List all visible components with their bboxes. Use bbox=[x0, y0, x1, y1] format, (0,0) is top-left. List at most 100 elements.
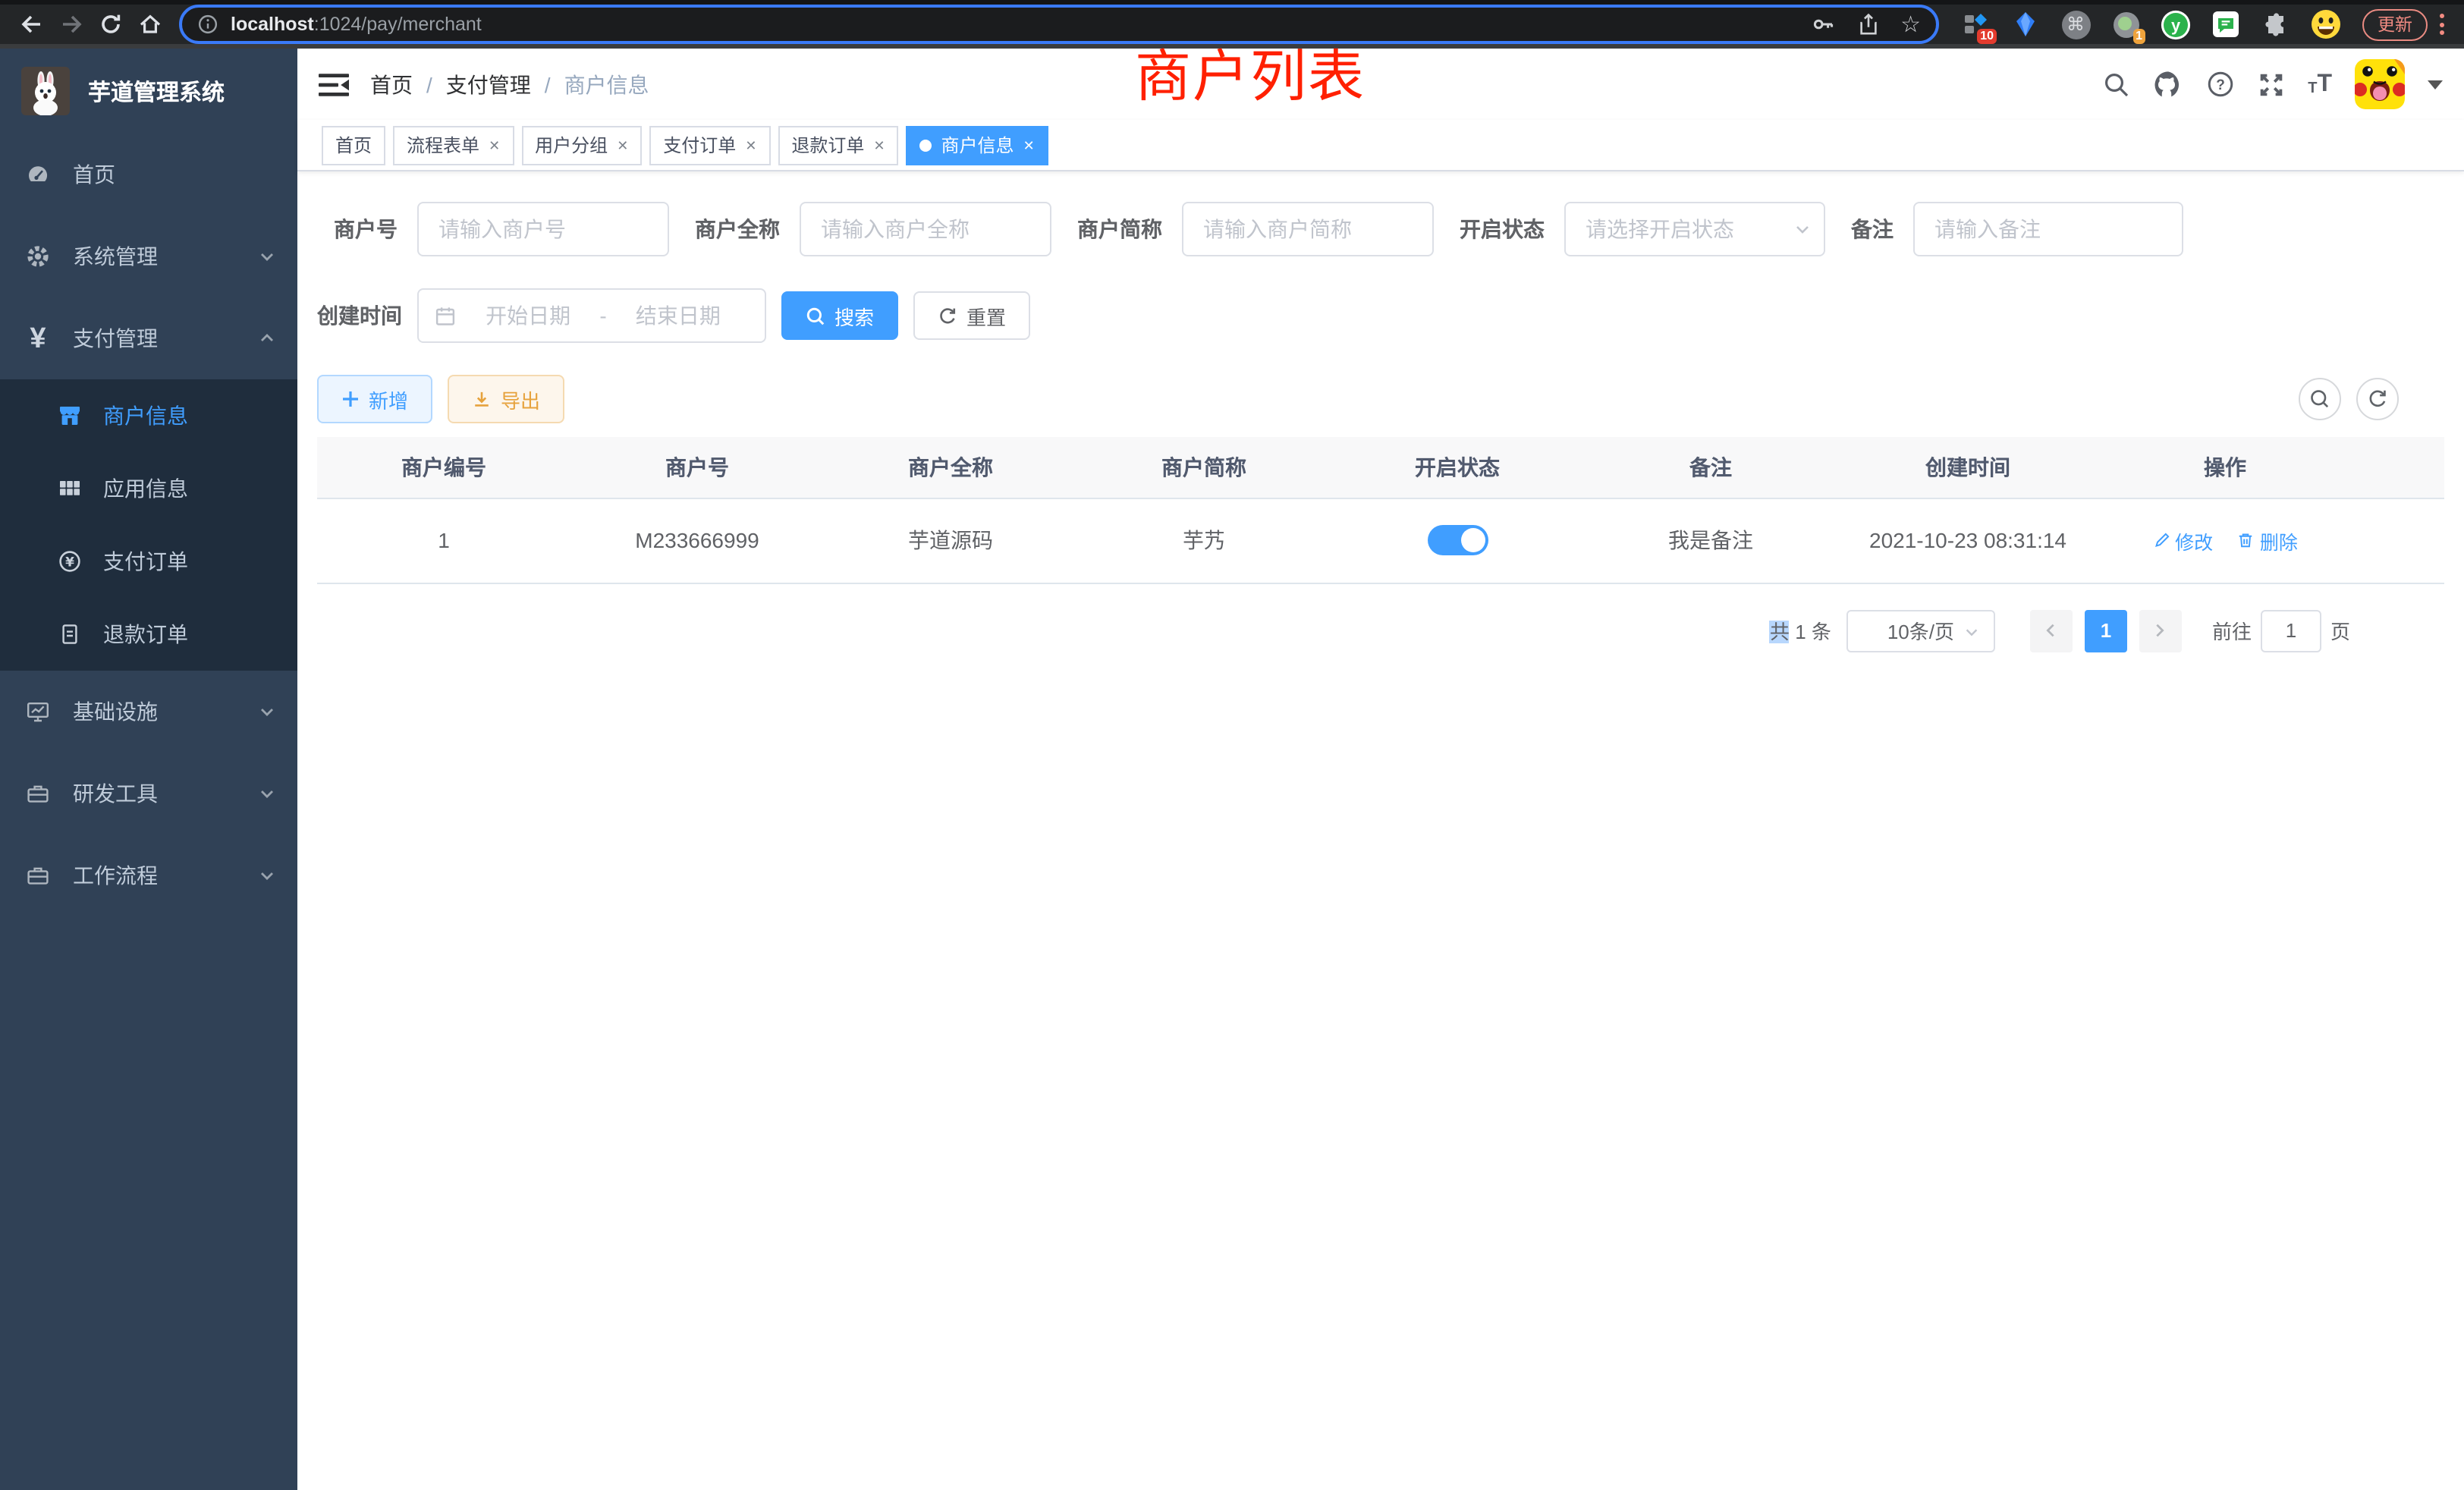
browser-home-button[interactable] bbox=[130, 5, 170, 44]
short-name-input[interactable] bbox=[1182, 202, 1434, 256]
cell-gutter bbox=[2352, 498, 2444, 583]
sidebar-item-dev-tools[interactable]: 研发工具 bbox=[0, 753, 297, 835]
chevron-down-icon bbox=[258, 247, 276, 266]
sidebar-item-payment[interactable]: ¥ 支付管理 bbox=[0, 297, 297, 379]
toggle-search-icon-button[interactable] bbox=[2299, 378, 2341, 420]
close-tab-icon[interactable] bbox=[745, 136, 756, 154]
annotation-merchant-list: 商户列表 bbox=[1135, 30, 1366, 112]
cell-merchant-no: M233666999 bbox=[570, 498, 824, 583]
col-remark: 备注 bbox=[1584, 437, 1837, 498]
table-header-row: 商户编号 商户号 商户全称 商户简称 开启状态 备注 创建时间 操作 bbox=[317, 437, 2444, 498]
edit-link[interactable]: 修改 bbox=[2152, 526, 2213, 555]
sidebar-item-system[interactable]: 系统管理 bbox=[0, 215, 297, 297]
sidebar-toggle-icon[interactable] bbox=[319, 72, 349, 96]
sidebar-item-home[interactable]: 首页 bbox=[0, 134, 297, 215]
prev-page-button[interactable] bbox=[2030, 609, 2073, 652]
add-button[interactable]: 新增 bbox=[317, 375, 432, 423]
extension-command-icon[interactable] bbox=[2060, 9, 2091, 39]
remark-label: 备注 bbox=[1851, 214, 1894, 244]
briefcase-icon bbox=[26, 781, 50, 806]
reset-button[interactable]: 重置 bbox=[913, 291, 1030, 340]
status-select[interactable] bbox=[1564, 202, 1825, 256]
next-page-button[interactable] bbox=[2139, 609, 2182, 652]
tab-user-group[interactable]: 用户分组 bbox=[521, 125, 642, 165]
caret-down-icon[interactable] bbox=[2428, 80, 2443, 89]
svg-text:?: ? bbox=[2216, 77, 2225, 93]
search-icon[interactable] bbox=[2103, 71, 2130, 98]
tab-merchant-info[interactable]: 商户信息 bbox=[907, 125, 1048, 165]
sidebar-logo[interactable]: 芋道管理系统 bbox=[0, 49, 297, 134]
bookmark-star-icon[interactable] bbox=[1900, 11, 1921, 38]
sidebar-item-app-info[interactable]: 应用信息 bbox=[0, 452, 297, 525]
status-toggle[interactable] bbox=[1427, 525, 1488, 555]
pagination-total: 共 1 条 bbox=[1770, 616, 1831, 645]
share-icon[interactable] bbox=[1856, 12, 1879, 36]
tab-pay-order[interactable]: 支付订单 bbox=[649, 125, 770, 165]
sidebar: 芋道管理系统 首页 系统管理 ¥ 支付管理 bbox=[0, 49, 297, 1490]
sidebar-item-infrastructure[interactable]: 基础设施 bbox=[0, 671, 297, 753]
col-merchant-no: 商户号 bbox=[570, 437, 824, 498]
extension-badge: 1 bbox=[2132, 29, 2145, 44]
goto-page-input[interactable] bbox=[2261, 609, 2321, 652]
extension-gem-icon[interactable] bbox=[2010, 9, 2041, 39]
briefcase-icon bbox=[26, 863, 50, 888]
browser-forward-button[interactable] bbox=[52, 5, 91, 44]
font-size-icon[interactable]: TT bbox=[2308, 72, 2332, 96]
tab-process-form[interactable]: 流程表单 bbox=[393, 125, 514, 165]
extension-grid-icon[interactable]: 10 bbox=[1960, 9, 1991, 39]
password-key-icon[interactable] bbox=[1811, 12, 1835, 36]
help-icon[interactable]: ? bbox=[2206, 70, 2235, 99]
page-size-select[interactable]: 10条/页 bbox=[1846, 609, 1995, 652]
tab-home[interactable]: 首页 bbox=[322, 125, 385, 165]
col-actions: 操作 bbox=[2098, 437, 2352, 498]
extension-y-icon[interactable]: y bbox=[2161, 9, 2191, 39]
cell-merchant-id: 1 bbox=[317, 498, 570, 583]
grid-icon bbox=[58, 476, 82, 501]
chevron-up-icon bbox=[258, 329, 276, 347]
create-time-label: 创建时间 bbox=[317, 300, 398, 331]
sidebar-item-workflow[interactable]: 工作流程 bbox=[0, 835, 297, 916]
tab-refund-order[interactable]: 退款订单 bbox=[778, 125, 898, 165]
date-start-placeholder: 开始日期 bbox=[457, 300, 599, 331]
fullscreen-icon[interactable] bbox=[2258, 71, 2285, 98]
search-button[interactable]: 搜索 bbox=[781, 291, 898, 340]
full-name-input[interactable] bbox=[800, 202, 1051, 256]
browser-back-button[interactable] bbox=[12, 5, 52, 44]
site-info-icon[interactable] bbox=[197, 14, 218, 35]
sidebar-item-merchant-info[interactable]: 商户信息 bbox=[0, 379, 297, 452]
col-status: 开启状态 bbox=[1331, 437, 1584, 498]
remark-input[interactable] bbox=[1913, 202, 2183, 256]
col-short-name: 商户简称 bbox=[1077, 437, 1331, 498]
monitor-icon bbox=[26, 699, 50, 724]
export-button[interactable]: 导出 bbox=[448, 375, 564, 423]
github-icon[interactable] bbox=[2153, 69, 2183, 99]
browser-update-button[interactable]: 更新 bbox=[2362, 8, 2428, 40]
extensions-puzzle-icon[interactable] bbox=[2261, 9, 2291, 39]
chevron-down-icon bbox=[258, 703, 276, 721]
url-bar[interactable]: localhost:1024/pay/merchant bbox=[179, 5, 1939, 44]
extension-circle-icon[interactable]: 1 bbox=[2110, 9, 2141, 39]
close-tab-icon[interactable] bbox=[617, 136, 628, 154]
breadcrumb-payment[interactable]: 支付管理 bbox=[446, 69, 531, 99]
merchant-no-label: 商户号 bbox=[317, 214, 398, 244]
extension-chat-icon[interactable] bbox=[2211, 9, 2241, 39]
refresh-icon-button[interactable] bbox=[2356, 378, 2399, 420]
col-create-time: 创建时间 bbox=[1837, 437, 2098, 498]
date-range-picker[interactable]: 开始日期 - 结束日期 bbox=[417, 288, 766, 343]
browser-menu-icon[interactable] bbox=[2440, 14, 2444, 35]
merchant-no-input[interactable] bbox=[417, 202, 669, 256]
page-1-button[interactable]: 1 bbox=[2085, 609, 2127, 652]
url-text: localhost:1024/pay/merchant bbox=[231, 14, 1790, 35]
sidebar-item-pay-order[interactable]: ¥ 支付订单 bbox=[0, 525, 297, 598]
col-merchant-id: 商户编号 bbox=[317, 437, 570, 498]
close-tab-icon[interactable] bbox=[873, 136, 885, 154]
browser-reload-button[interactable] bbox=[91, 5, 130, 44]
navbar-actions: ? TT bbox=[2103, 49, 2443, 120]
user-avatar[interactable] bbox=[2355, 59, 2405, 109]
close-tab-icon[interactable] bbox=[489, 136, 500, 154]
close-tab-icon[interactable] bbox=[1023, 136, 1035, 154]
delete-link[interactable]: 删除 bbox=[2237, 526, 2298, 555]
breadcrumb-home[interactable]: 首页 bbox=[370, 69, 413, 99]
sidebar-item-refund-order[interactable]: 退款订单 bbox=[0, 598, 297, 671]
profile-emoji-avatar[interactable] bbox=[2311, 9, 2341, 39]
